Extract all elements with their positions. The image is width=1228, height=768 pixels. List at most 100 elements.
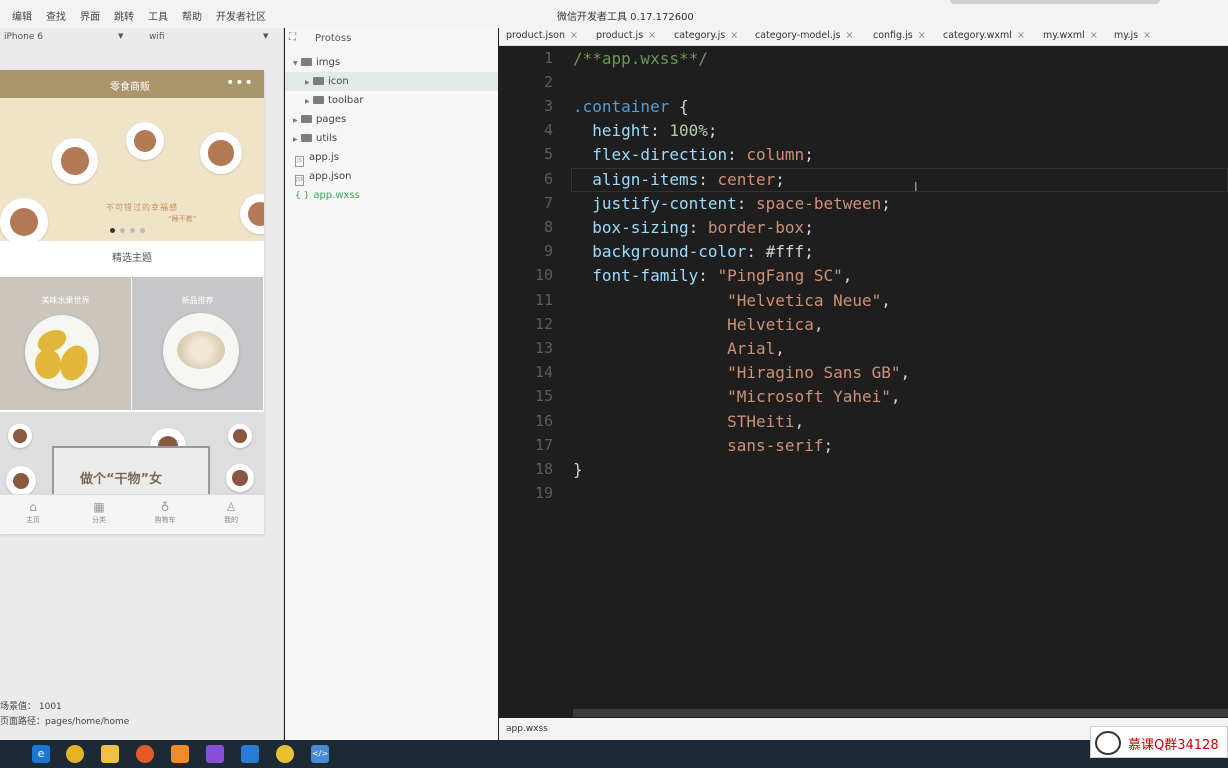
code-line: background-color: #fff; — [592, 242, 814, 261]
file-icon: { } — [295, 191, 310, 201]
tree-file-app-js[interactable]: JS app.js — [295, 148, 339, 167]
editor-tab[interactable]: config.js × — [873, 30, 926, 41]
close-icon[interactable]: × — [648, 30, 656, 41]
indicator-dot[interactable] — [130, 228, 135, 233]
simulator-panel: iPhone 6 ▼ wifi ▼ 零食商贩 ••• 不可错过的幸福感 “睡不着… — [0, 28, 284, 740]
tree-folder-imgs[interactable]: ▼ imgs — [293, 53, 498, 72]
theme-tile-new[interactable]: 新品推荐 — [132, 277, 263, 410]
code-editor[interactable]: 1 2 3 4 5 6 7 8 9 10 11 12 13 14 15 16 1… — [499, 46, 1228, 718]
vscode-icon[interactable] — [241, 745, 259, 763]
more-icon[interactable]: ••• — [226, 75, 254, 91]
project-header: ⛶ Protoss — [289, 32, 498, 50]
editor-tab[interactable]: category.js × — [674, 30, 738, 41]
menu-view[interactable]: 界面 — [80, 8, 100, 23]
editor-tab[interactable]: category.wxml × — [943, 30, 1025, 41]
page-path: 页面路径：pages/home/home — [0, 717, 130, 727]
theme-section-title: 精选主题 — [0, 241, 264, 277]
chevron-down-icon[interactable]: ▼ — [263, 32, 268, 40]
cookie-image — [0, 198, 48, 241]
tree-file-app-wxss[interactable]: { } app.wxss — [295, 186, 360, 205]
app-icon[interactable] — [276, 745, 294, 763]
indicator-dot[interactable] — [140, 228, 145, 233]
close-icon[interactable]: × — [570, 30, 578, 41]
editor-tab[interactable]: product.js × — [596, 30, 656, 41]
tab-name: my.wxml — [1043, 30, 1085, 41]
line-number: 7 — [543, 194, 553, 212]
tree-folder-utils[interactable]: ▶ utils — [293, 129, 337, 148]
mango-image — [55, 341, 93, 385]
theme-tiles: 美味水果世界 新品推荐 — [0, 277, 264, 410]
code-line: /**app.wxss**/ — [573, 49, 708, 68]
tab-home[interactable]: ⌂ 主页 — [0, 495, 66, 534]
menu-tools[interactable]: 工具 — [148, 8, 168, 23]
editor-tab[interactable]: my.wxml × — [1043, 30, 1098, 41]
expand-icon[interactable]: ▶ — [305, 92, 313, 111]
editor-tab[interactable]: category-model.js × — [755, 30, 853, 41]
app-icon[interactable] — [136, 745, 154, 763]
theme-tile-fruit[interactable]: 美味水果世界 — [0, 277, 131, 410]
menu-goto[interactable]: 跳转 — [114, 8, 134, 23]
edge-icon[interactable]: e — [32, 745, 50, 763]
code-line: STHeiti, — [727, 412, 805, 431]
line-number: 13 — [534, 339, 553, 357]
code-line: flex-direction: column; — [592, 145, 814, 164]
menu-edit[interactable]: 编辑 — [12, 8, 32, 23]
tree-folder-pages[interactable]: ▶ pages — [293, 110, 346, 129]
logo-icon — [1095, 731, 1121, 755]
code-line: sans-serif; — [727, 436, 834, 455]
tab-name: product.js — [596, 30, 644, 41]
app-tabbar: ⌂ 主页 ▦ 分类 ♁ 购物车 ♙ 我的 — [0, 494, 264, 534]
app-icon[interactable] — [171, 745, 189, 763]
chevron-down-icon[interactable]: ▼ — [118, 32, 123, 40]
editor-tab[interactable]: my.js × — [1114, 30, 1151, 41]
line-number: 19 — [534, 484, 553, 502]
menu-find[interactable]: 查找 — [46, 8, 66, 23]
close-icon[interactable]: × — [918, 30, 926, 41]
tab-my[interactable]: ♙ 我的 — [198, 495, 264, 534]
tree-folder-toolbar[interactable]: ▶ toolbar — [305, 91, 364, 110]
horizontal-scrollbar[interactable] — [573, 709, 1228, 717]
cookie-image — [200, 132, 242, 174]
app-icon[interactable] — [206, 745, 224, 763]
folder-icon — [313, 96, 324, 104]
windows-taskbar: e </> — [0, 740, 1228, 768]
editor-tab[interactable]: product.json × — [506, 30, 578, 41]
file-tree: ⛶ Protoss ▼ imgs ▶ icon ▶ toolbar ▶ pages ▶ u… — [285, 28, 498, 740]
device-select[interactable]: iPhone 6 — [4, 32, 43, 42]
tree-item-label: app.js — [309, 152, 339, 163]
tree-folder-icon[interactable]: ▶ icon — [285, 72, 498, 91]
expand-icon[interactable]: ▶ — [293, 130, 301, 149]
tab-label: 我的 — [224, 516, 238, 524]
close-icon[interactable]: × — [1090, 30, 1098, 41]
close-icon[interactable]: × — [1017, 30, 1025, 41]
code-line: "Helvetica Neue", — [727, 291, 891, 310]
tab-category[interactable]: ▦ 分类 — [66, 495, 132, 534]
wechat-devtools-icon[interactable]: </> — [311, 745, 329, 763]
tree-item-label: pages — [316, 114, 347, 125]
code-line: font-family: "PingFang SC", — [592, 266, 853, 285]
code-line: Arial, — [727, 339, 785, 358]
folder-icon — [301, 58, 312, 66]
close-icon[interactable]: × — [1143, 30, 1151, 41]
expand-icon[interactable]: ▼ — [293, 54, 301, 73]
explorer-icon[interactable] — [101, 745, 119, 763]
menu-dev-community[interactable]: 开发者社区 — [216, 8, 266, 23]
banner-swiper[interactable]: 不可错过的幸福感 “睡不着” — [0, 98, 264, 241]
code-line: .container { — [573, 97, 689, 116]
cookie-image — [52, 138, 98, 184]
close-icon[interactable]: × — [730, 30, 738, 41]
tree-item-label: toolbar — [328, 95, 364, 106]
indicator-dot[interactable] — [110, 228, 115, 233]
indicator-dot[interactable] — [120, 228, 125, 233]
close-icon[interactable]: × — [845, 30, 853, 41]
expand-icon[interactable]: ▶ — [293, 111, 301, 130]
network-select[interactable]: wifi — [149, 32, 165, 42]
expand-icon[interactable]: ▶ — [305, 73, 313, 92]
promo-text: 做个“干物”女 — [80, 472, 163, 487]
window-controls[interactable] — [950, 0, 1160, 4]
chrome-icon[interactable] — [66, 745, 84, 763]
menu-help[interactable]: 帮助 — [182, 8, 202, 23]
line-number: 4 — [543, 121, 553, 139]
tree-file-app-json[interactable]: JSN app.json — [295, 167, 351, 186]
tab-cart[interactable]: ♁ 购物车 — [132, 495, 198, 534]
